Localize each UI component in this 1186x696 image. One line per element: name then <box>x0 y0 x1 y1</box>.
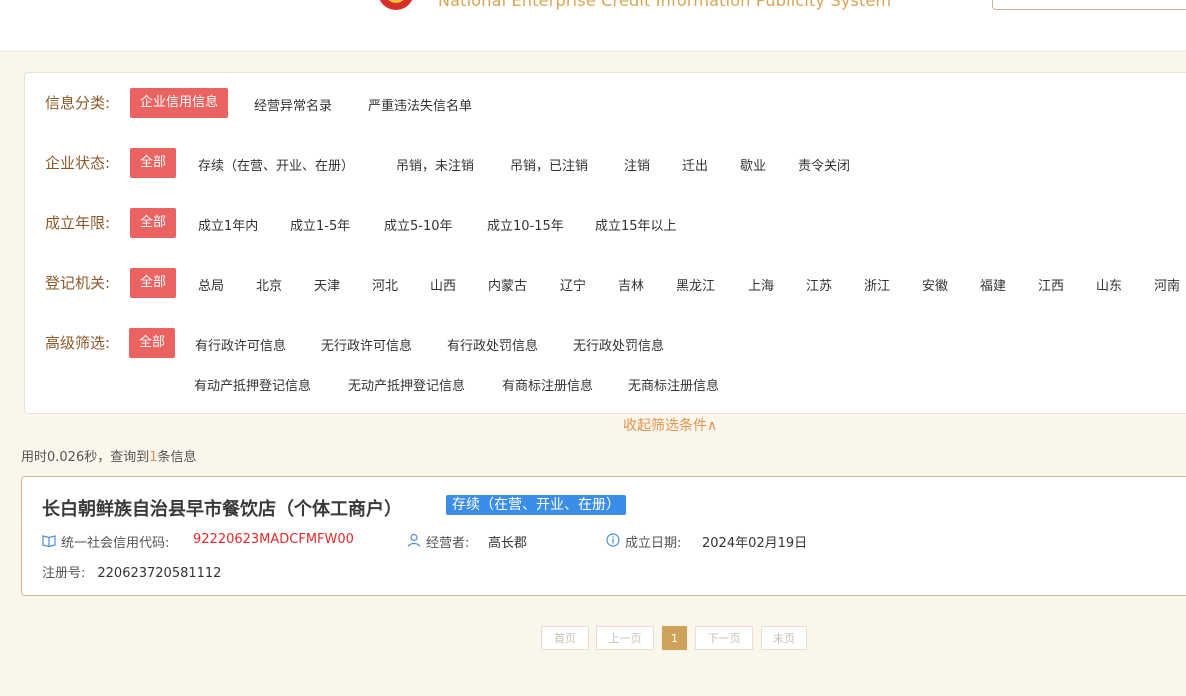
filter-option-authority-heilongjiang[interactable]: 黑龙江 <box>676 275 715 294</box>
founded-label: 成立日期: <box>625 536 682 551</box>
filter-option-authority-shanxi[interactable]: 山西 <box>430 275 456 294</box>
filter-option-has-admin-penalty[interactable]: 有行政处罚信息 <box>447 335 538 354</box>
query-result-count: 1 <box>149 450 158 465</box>
filter-option-authority-inner-mongolia[interactable]: 内蒙古 <box>488 275 527 294</box>
registration-number-label: 注册号: <box>42 566 86 581</box>
filter-option-authority-tianjin[interactable]: 天津 <box>314 275 340 294</box>
filter-option-has-admin-license[interactable]: 有行政许可信息 <box>195 335 286 354</box>
query-summary-suffix: 条信息 <box>157 450 197 465</box>
filter-option-advanced-all[interactable]: 全部 <box>129 328 176 358</box>
credit-code-value: 92220623MADCFMFW00 <box>193 532 354 547</box>
filter-label-advanced: 高级筛选: <box>45 334 111 352</box>
filter-label-info-category: 信息分类: <box>45 94 111 112</box>
search-input[interactable] <box>992 0 1186 10</box>
filter-option-dishonest-list[interactable]: 严重违法失信名单 <box>368 95 472 114</box>
filter-option-authority-jiangxi[interactable]: 江西 <box>1038 275 1064 294</box>
filter-label-established: 成立年限: <box>45 214 111 232</box>
filter-option-authority-jiangsu[interactable]: 江苏 <box>806 275 832 294</box>
info-icon <box>606 533 620 547</box>
status-badge: 存续（在营、开业、在册） <box>446 495 626 515</box>
filter-row-status: 企业状态: 全部 存续（在营、开业、在册） 吊销，未注销 吊销，已注销 注销 迁… <box>25 148 1186 178</box>
pagination-first-button[interactable]: 首页 <box>541 626 589 650</box>
filter-row-info-category: 信息分类: 企业信用信息 经营异常名录 严重违法失信名单 <box>25 88 1186 118</box>
filter-row-established: 成立年限: 全部 成立1年内 成立1-5年 成立5-10年 成立10-15年 成… <box>25 208 1186 238</box>
filter-option-authority-zhejiang[interactable]: 浙江 <box>864 275 890 294</box>
founded-value: 2024年02月19日 <box>702 536 808 551</box>
filter-option-authority-headquarters[interactable]: 总局 <box>198 275 224 294</box>
operator-value: 高长郡 <box>488 536 528 551</box>
filter-panel: 信息分类: 企业信用信息 经营异常名录 严重违法失信名单 企业状态: 全部 存续… <box>24 72 1186 414</box>
filter-option-has-trademark[interactable]: 有商标注册信息 <box>502 375 593 394</box>
filter-option-authority-shanghai[interactable]: 上海 <box>748 275 774 294</box>
filter-option-enterprise-credit[interactable]: 企业信用信息 <box>130 88 229 118</box>
filter-option-status-all[interactable]: 全部 <box>130 148 177 178</box>
filter-option-status-active[interactable]: 存续（在营、开业、在册） <box>198 155 354 174</box>
operator-label: 经营者: <box>426 536 470 551</box>
filter-option-abnormal-list[interactable]: 经营异常名录 <box>254 95 332 114</box>
filter-option-no-trademark[interactable]: 无商标注册信息 <box>628 375 719 394</box>
filter-option-has-chattel-mortgage[interactable]: 有动产抵押登记信息 <box>194 375 311 394</box>
system-title: National Enterprise Credit Information P… <box>438 0 892 10</box>
filter-option-no-admin-penalty[interactable]: 无行政处罚信息 <box>573 335 664 354</box>
filter-option-authority-all[interactable]: 全部 <box>130 268 177 298</box>
filter-option-status-revoked-cancelled[interactable]: 吊销，已注销 <box>510 155 588 174</box>
result-card[interactable]: 长白朝鲜族自治县早市餐饮店（个体工商户） 存续（在营、开业、在册） 统一社会信用… <box>21 476 1186 596</box>
filter-option-status-cancelled[interactable]: 注销 <box>624 155 650 174</box>
pagination-page-1[interactable]: 1 <box>662 626 687 650</box>
credit-code-label: 统一社会信用代码: <box>61 536 170 551</box>
filter-option-established-1y[interactable]: 成立1年内 <box>198 215 258 234</box>
filter-row-authority: 登记机关: 全部 总局 北京 天津 河北 山西 内蒙古 辽宁 吉林 黑龙江 上海… <box>25 268 1186 298</box>
filter-option-authority-fujian[interactable]: 福建 <box>980 275 1006 294</box>
filter-option-established-all[interactable]: 全部 <box>130 208 177 238</box>
query-summary-prefix: 用时0.026秒，查询到 <box>21 450 150 465</box>
filter-option-no-admin-license[interactable]: 无行政许可信息 <box>321 335 412 354</box>
user-icon <box>407 533 421 547</box>
filter-option-authority-hebei[interactable]: 河北 <box>372 275 398 294</box>
filter-option-established-1-5y[interactable]: 成立1-5年 <box>290 215 350 234</box>
filter-option-status-ordered-closed[interactable]: 责令关闭 <box>798 155 850 174</box>
pagination-prev-button[interactable]: 上一页 <box>596 626 654 650</box>
collapse-filters-link[interactable]: 收起筛选条件∧ <box>623 415 717 435</box>
query-summary: 用时0.026秒，查询到1条信息 <box>21 446 197 465</box>
registration-number-value: 220623720581112 <box>97 566 222 581</box>
filter-label-authority: 登记机关: <box>45 274 111 292</box>
filter-option-authority-anhui[interactable]: 安徽 <box>922 275 948 294</box>
filter-option-authority-liaoning[interactable]: 辽宁 <box>560 275 586 294</box>
pagination-next-button[interactable]: 下一页 <box>695 626 753 650</box>
filter-option-established-5-10y[interactable]: 成立5-10年 <box>384 215 453 234</box>
registration-number-row: 注册号: 220623720581112 <box>42 562 221 581</box>
filter-option-authority-beijing[interactable]: 北京 <box>256 275 282 294</box>
filter-option-authority-shandong[interactable]: 山东 <box>1096 275 1122 294</box>
filter-option-authority-jilin[interactable]: 吉林 <box>618 275 644 294</box>
filter-option-established-10-15y[interactable]: 成立10-15年 <box>487 215 564 234</box>
site-header: National Enterprise Credit Information P… <box>0 0 1186 52</box>
filter-option-status-moved-out[interactable]: 迁出 <box>682 155 708 174</box>
filter-option-status-suspended[interactable]: 歇业 <box>740 155 766 174</box>
filter-option-no-chattel-mortgage[interactable]: 无动产抵押登记信息 <box>348 375 465 394</box>
filter-option-established-15y-plus[interactable]: 成立15年以上 <box>595 215 677 234</box>
filter-option-authority-henan[interactable]: 河南 <box>1154 275 1180 294</box>
filter-label-status: 企业状态: <box>45 154 111 172</box>
filter-row-advanced: 高级筛选: 全部 有行政许可信息 无行政许可信息 有行政处罚信息 无行政处罚信息… <box>25 328 1186 398</box>
filter-option-status-revoked-not-cancelled[interactable]: 吊销，未注销 <box>396 155 474 174</box>
national-emblem-icon <box>379 0 413 10</box>
book-icon <box>42 535 56 547</box>
company-name-link[interactable]: 长白朝鲜族自治县早市餐饮店（个体工商户） <box>42 495 402 521</box>
pagination-last-button[interactable]: 末页 <box>761 626 807 650</box>
